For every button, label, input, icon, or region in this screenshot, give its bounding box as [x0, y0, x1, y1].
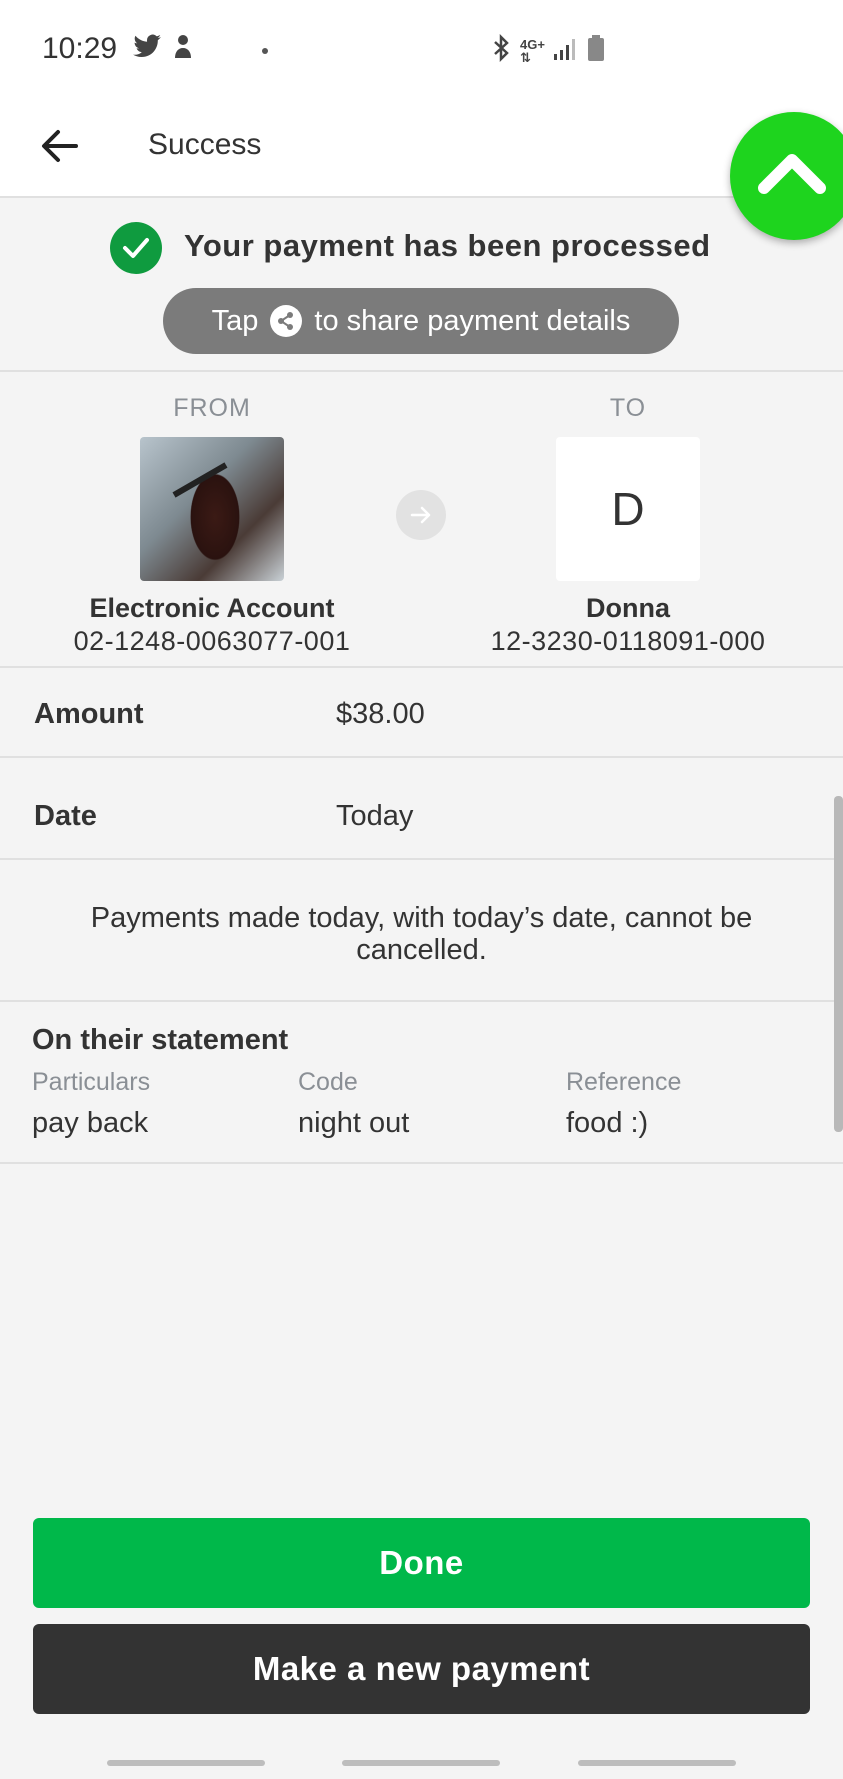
from-avatar	[140, 437, 284, 581]
success-banner: Your payment has been processed Tap to s…	[0, 198, 843, 372]
code-label: Code	[298, 1068, 358, 1096]
share-payment-button[interactable]: Tap to share payment details	[163, 288, 679, 354]
status-icons-left	[132, 34, 194, 65]
from-party: FROM Electronic Account 02-1248-0063077-…	[12, 372, 412, 657]
status-time: 10:29	[42, 32, 118, 65]
network-icon: 4G+ ⇅	[520, 36, 545, 65]
share-suffix: to share payment details	[314, 304, 631, 337]
app-icon	[172, 34, 194, 65]
to-name: Donna	[586, 593, 670, 623]
amount-row: Amount $38.00	[0, 668, 843, 758]
scrollbar-thumb[interactable]	[834, 796, 843, 1132]
make-new-payment-button[interactable]: Make a new payment	[33, 1624, 810, 1714]
particulars-label: Particulars	[32, 1068, 151, 1096]
share-icon	[270, 305, 303, 337]
code-column: Code night out	[298, 1068, 409, 1140]
notice-text: Payments made today, with today’s date, …	[90, 902, 753, 966]
app-bar: Success	[0, 100, 843, 198]
from-account: 02-1248-0063077-001	[73, 626, 351, 656]
from-label: FROM	[173, 394, 251, 422]
cancellation-notice: Payments made today, with today’s date, …	[0, 860, 843, 1002]
chevron-up-icon	[758, 154, 826, 194]
to-label: TO	[609, 394, 647, 422]
amount-label: Amount	[34, 698, 144, 730]
from-name: Electronic Account	[89, 593, 335, 623]
battery-icon	[587, 35, 605, 66]
reference-value: food :)	[566, 1107, 649, 1139]
page-title: Success	[148, 128, 262, 161]
to-account: 12-3230-0118091-000	[490, 626, 766, 656]
amount-value: $38.00	[336, 698, 425, 730]
check-circle-icon	[110, 222, 162, 274]
back-button[interactable]	[36, 122, 84, 170]
success-message: Your payment has been processed	[184, 228, 711, 263]
done-button[interactable]: Done	[33, 1518, 810, 1608]
twitter-icon	[132, 34, 162, 65]
particulars-column: Particulars pay back	[32, 1068, 150, 1140]
bluetooth-icon	[492, 33, 512, 67]
reference-label: Reference	[566, 1068, 682, 1096]
date-value: Today	[336, 800, 414, 832]
nav-back-button[interactable]	[578, 1760, 736, 1766]
status-bar: 10:29 4G+ ⇅	[0, 0, 843, 100]
date-row: Date Today	[0, 758, 843, 860]
signal-icon	[553, 36, 579, 65]
status-icons-right: 4G+ ⇅	[492, 33, 605, 67]
notification-dot-icon	[262, 48, 268, 54]
reference-column: Reference food :)	[566, 1068, 681, 1140]
network-type: 4G+	[520, 36, 545, 52]
arrow-left-icon	[42, 130, 78, 162]
date-label: Date	[34, 800, 97, 832]
particulars-value: pay back	[32, 1107, 149, 1139]
transfer-parties: FROM Electronic Account 02-1248-0063077-…	[0, 372, 843, 668]
to-avatar: D	[556, 437, 700, 581]
nav-home-button[interactable]	[342, 1760, 500, 1766]
nav-recents-button[interactable]	[107, 1760, 265, 1766]
code-value: night out	[298, 1107, 410, 1139]
share-prefix: Tap	[211, 304, 259, 337]
statement-section: On their statement Particulars pay back …	[0, 1002, 843, 1164]
system-nav-bar	[0, 1740, 843, 1779]
statement-title: On their statement	[32, 1024, 289, 1056]
to-party: TO D Donna 12-3230-0118091-000	[428, 372, 828, 657]
